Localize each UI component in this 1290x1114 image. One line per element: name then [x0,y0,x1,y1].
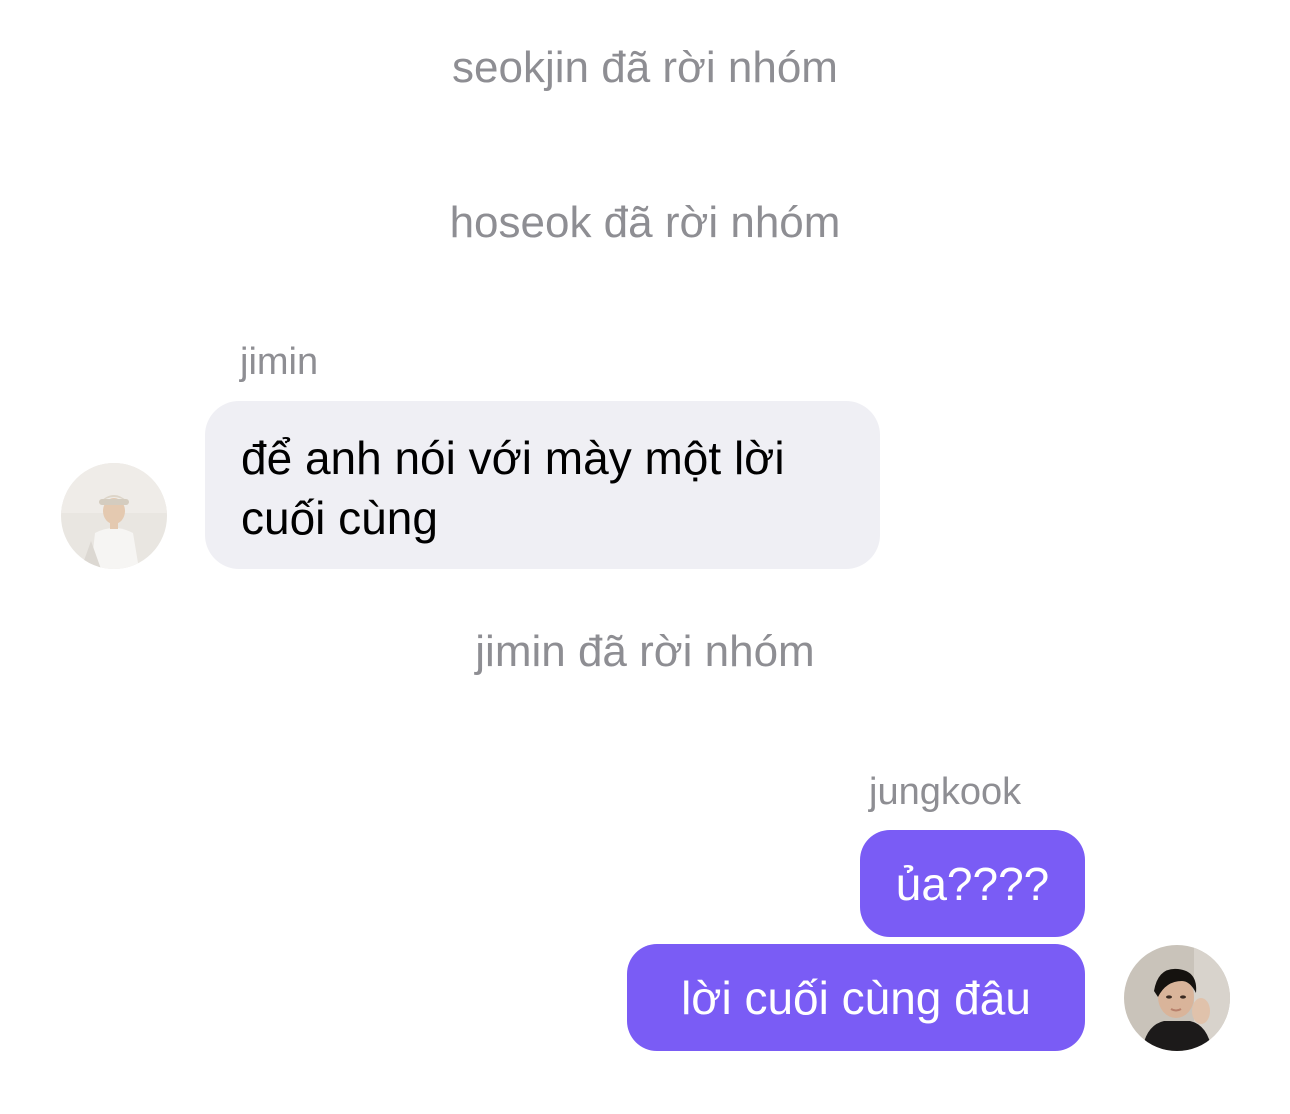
system-message-seokjin-left: seokjin đã rời nhóm [452,43,838,92]
system-message-hoseok-left: hoseok đã rời nhóm [449,198,841,247]
system-message-jimin-left: jimin đã rời nhóm [475,627,815,676]
message-text: ủa???? [895,858,1050,910]
avatar-jimin[interactable] [61,463,167,569]
message-bubble-jimin[interactable]: để anh nói với mày một lời cuối cùng [205,401,880,569]
message-text: lời cuối cùng đâu [681,972,1031,1024]
sender-name-jimin: jimin [240,341,319,383]
message-text: để anh nói với mày một lời cuối cùng [241,432,785,544]
sender-name-jungkook: jungkook [869,771,1022,813]
person-photo-avatar-icon [1124,945,1230,1051]
person-photo-avatar-icon [61,463,167,569]
message-bubble-jungkook[interactable]: ủa???? [860,830,1085,937]
message-bubble-jungkook[interactable]: lời cuối cùng đâu [627,944,1085,1051]
avatar-jungkook[interactable] [1124,945,1230,1051]
